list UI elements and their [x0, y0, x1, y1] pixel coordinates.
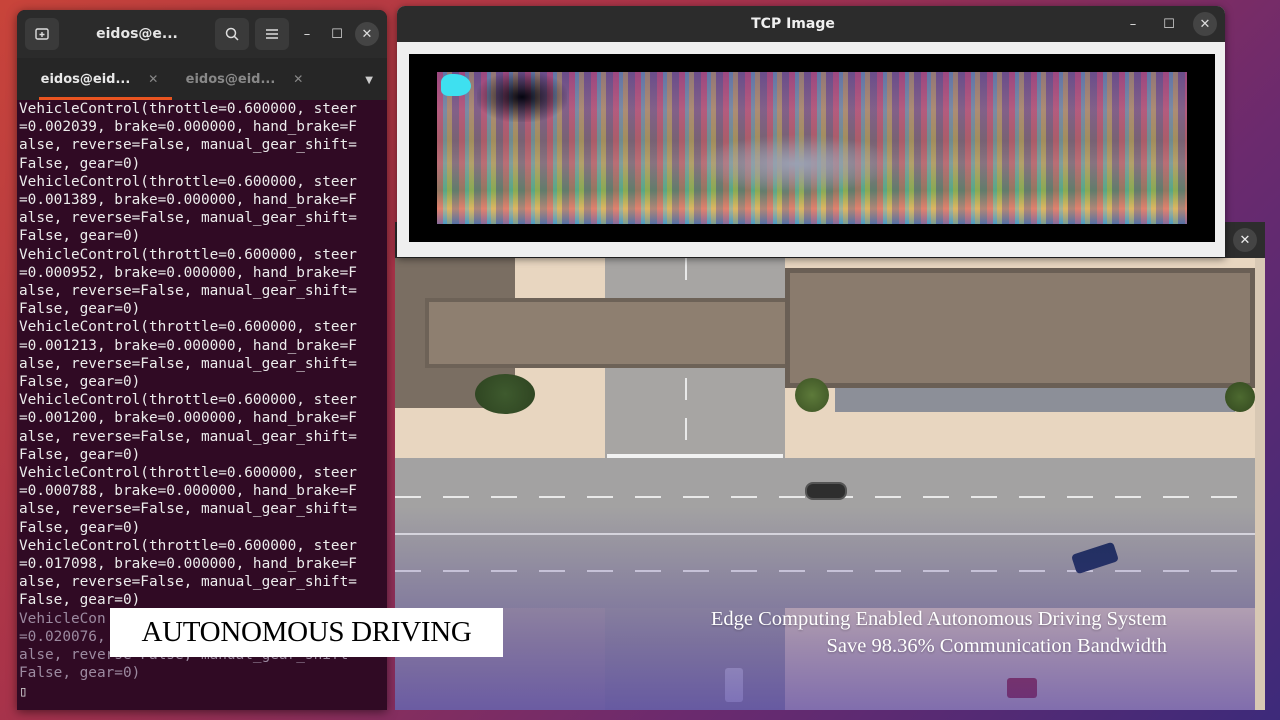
image-dark-region	[477, 72, 567, 122]
maximize-button[interactable]: ☐	[1157, 12, 1181, 36]
terminal-line: VehicleControl(throttle=0.600000, steer	[19, 392, 357, 409]
terminal-line: =0.001389, brake=0.000000, hand_brake=F	[19, 192, 357, 209]
stop-line	[607, 454, 783, 458]
tab-close-icon[interactable]: ✕	[148, 72, 158, 86]
terminal-cursor: ▯	[19, 683, 28, 700]
building-facade	[835, 388, 1235, 412]
terminal-line: VehicleControl(throttle=0.600000, steer	[19, 173, 357, 190]
tcp-image-window: TCP Image – ☐ ✕	[397, 6, 1225, 257]
search-icon	[225, 27, 239, 41]
terminal-line: VehicleControl(throttle=0.600000, steer	[19, 537, 357, 554]
reconstructed-camera-image	[437, 72, 1187, 224]
terminal-line: VehicleControl(throttle=0.600000, steer	[19, 319, 357, 336]
terminal-tab-2[interactable]: eidos@eid... ✕	[172, 58, 317, 100]
minimize-icon: –	[303, 26, 311, 42]
chevron-down-icon: ▼	[365, 75, 373, 86]
terminal-line: False, gear=0)	[19, 446, 141, 463]
terminal-line: False, gear=0)	[19, 592, 141, 609]
tcp-window-title: TCP Image	[751, 16, 835, 32]
image-cyan-region	[441, 74, 471, 96]
lane-marking	[395, 533, 1255, 535]
tree	[1225, 382, 1255, 412]
terminal-line: False, gear=0)	[19, 374, 141, 391]
terminal-line: VehicleControl(throttle=0.600000, steer	[19, 465, 357, 482]
minimize-button[interactable]: –	[295, 22, 319, 46]
terminal-line: False, gear=0)	[19, 228, 141, 245]
new-tab-button[interactable]	[25, 18, 59, 50]
terminal-tab-bar: eidos@eid... ✕ eidos@eid... ✕ ▼	[17, 58, 387, 100]
building-roof	[425, 298, 845, 368]
terminal-line: =0.000788, brake=0.000000, hand_brake=F	[19, 483, 357, 500]
terminal-line: alse, reverse=False, manual_gear_shift=	[19, 428, 357, 445]
hamburger-menu-icon	[266, 29, 278, 39]
car	[1007, 678, 1037, 698]
tree	[475, 374, 535, 414]
lane-marking	[395, 570, 1255, 572]
terminal-line: False, gear=0)	[19, 665, 141, 682]
terminal-line: alse, reverse=False, manual_gear_shift=	[19, 137, 357, 154]
terminal-line: VehicleControl(throttle=0.600000, steer	[19, 101, 357, 117]
terminal-line: =0.001213, brake=0.000000, hand_brake=F	[19, 337, 357, 354]
terminal-line: =0.001200, brake=0.000000, hand_brake=F	[19, 410, 357, 427]
terminal-titlebar: eidos@e... – ☐ ✕	[17, 10, 387, 58]
close-button[interactable]: ✕	[355, 22, 379, 46]
terminal-line: False, gear=0)	[19, 519, 141, 536]
terminal-line: alse, reverse=False, manual_gear_shift=	[19, 355, 357, 372]
terminal-line: =0.000952, brake=0.000000, hand_brake=F	[19, 264, 357, 281]
tab-close-icon[interactable]: ✕	[293, 72, 303, 86]
autonomous-driving-badge: AUTONOMOUS DRIVING	[110, 608, 503, 657]
tcp-titlebar: TCP Image – ☐ ✕	[397, 6, 1225, 42]
terminal-line: alse, reverse=False, manual_gear_shift=	[19, 210, 357, 227]
terminal-line: False, gear=0)	[19, 301, 141, 318]
caption-line-1: Edge Computing Enabled Autonomous Drivin…	[710, 608, 1167, 630]
simulator-close-button[interactable]: ✕	[1233, 228, 1257, 252]
minimize-button[interactable]: –	[1121, 12, 1145, 36]
minimize-icon: –	[1129, 16, 1137, 32]
menu-button[interactable]	[255, 18, 289, 50]
terminal-line: =0.017098, brake=0.000000, hand_brake=F	[19, 556, 357, 573]
video-caption: Edge Computing Enabled Autonomous Drivin…	[711, 606, 1167, 660]
tab-label: eidos@eid...	[40, 71, 131, 87]
close-icon: ✕	[361, 26, 373, 42]
new-tab-icon	[35, 28, 49, 40]
close-icon: ✕	[1239, 232, 1251, 248]
terminal-title: eidos@e...	[96, 26, 178, 42]
terminal-line: alse, reverse=False, manual_gear_shift=	[19, 574, 357, 591]
caption-line-2: Save 98.36% Communication Bandwidth	[826, 635, 1168, 657]
search-button[interactable]	[215, 18, 249, 50]
terminal-line: =0.002039, brake=0.000000, hand_brake=F	[19, 119, 357, 136]
car	[725, 668, 743, 702]
terminal-line: alse, reverse=False, manual_gear_shift=	[19, 501, 357, 518]
terminal-line: VehicleControl(throttle=0.600000, steer	[19, 246, 357, 263]
tcp-image-canvas	[409, 54, 1215, 242]
tree	[795, 378, 829, 412]
image-road-region	[697, 134, 897, 194]
terminal-window: eidos@e... – ☐ ✕ eidos@eid... ✕ eidos@ei…	[17, 10, 387, 710]
car	[805, 482, 847, 500]
terminal-line: alse, reverse=False, manual_gear_shift=	[19, 283, 357, 300]
terminal-tab-1[interactable]: eidos@eid... ✕	[27, 58, 172, 100]
building-roof	[785, 268, 1255, 388]
tab-dropdown-button[interactable]: ▼	[365, 75, 373, 86]
maximize-icon: ☐	[331, 26, 343, 42]
maximize-icon: ☐	[1163, 16, 1175, 32]
close-icon: ✕	[1199, 16, 1211, 32]
maximize-button[interactable]: ☐	[325, 22, 349, 46]
close-button[interactable]: ✕	[1193, 12, 1217, 36]
terminal-line: False, gear=0)	[19, 155, 141, 172]
tab-label: eidos@eid...	[185, 71, 276, 87]
